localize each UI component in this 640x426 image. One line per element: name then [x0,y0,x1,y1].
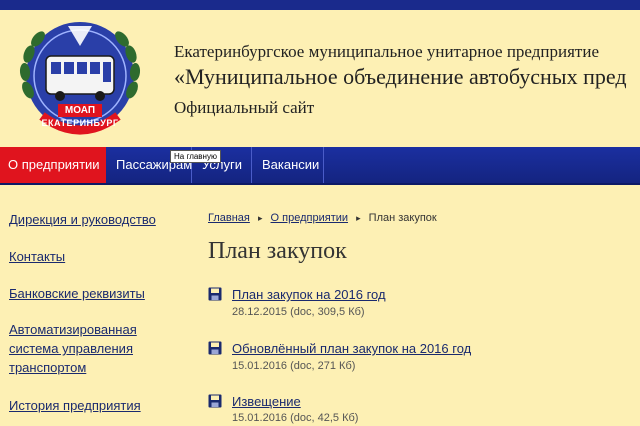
top-strip [0,0,640,10]
document-link-updated-plan-2016[interactable]: Обновлённый план закупок на 2016 год [232,341,471,356]
floppy-disk-icon [208,341,222,355]
nav-item-vacancies[interactable]: Вакансии [254,147,324,183]
document-meta: 15.01.2016 (doc, 42,5 Кб) [232,412,359,424]
site-subtitle: Официальный сайт [174,98,315,117]
org-name-line2: «Муниципальное объединение автобусных пр… [174,64,627,89]
breadcrumb-home[interactable]: Главная [208,212,250,224]
home-tooltip: На главную [170,150,221,163]
page-title: План закупок [208,238,347,264]
moap-logo[interactable]: МОАП ЕКАТЕРИНБУРГ [16,12,144,140]
document-meta: 28.12.2015 (doc, 309,5 Кб) [232,306,365,318]
breadcrumb-separator-icon: ▸ [356,213,361,223]
breadcrumb-about[interactable]: О предприятии [271,212,348,224]
document-meta: 15.01.2016 (doc, 271 Кб) [232,360,356,372]
nav-item-about[interactable]: О предприятии [0,147,106,183]
main-nav: О предприятии Пассажирам Услуги Вакансии [0,147,640,185]
sidebar-item-history[interactable]: История предприятия [9,396,141,415]
document-link-notice[interactable]: Извещение [232,394,301,409]
sidebar-item-contacts[interactable]: Контакты [9,247,65,266]
org-name-line1: Екатеринбургское муниципальное унитарное… [174,42,599,61]
floppy-disk-icon [208,287,222,301]
breadcrumb-current: План закупок [368,212,437,224]
sidebar-item-bank-details[interactable]: Банковские реквизиты [9,284,145,303]
logo-bottom-text: ЕКАТЕРИНБУРГ [41,118,119,128]
breadcrumb: Главная ▸ О предприятии ▸ План закупок [208,212,437,224]
floppy-disk-icon [208,394,222,408]
sidebar-item-transport-system[interactable]: Автоматизированная система управления тр… [9,320,169,377]
breadcrumb-separator-icon: ▸ [257,213,263,223]
sidebar-item-management[interactable]: Дирекция и руководство [9,210,156,229]
logo-top-text: МОАП [64,105,96,116]
document-link-plan-2016[interactable]: План закупок на 2016 год [232,287,386,302]
